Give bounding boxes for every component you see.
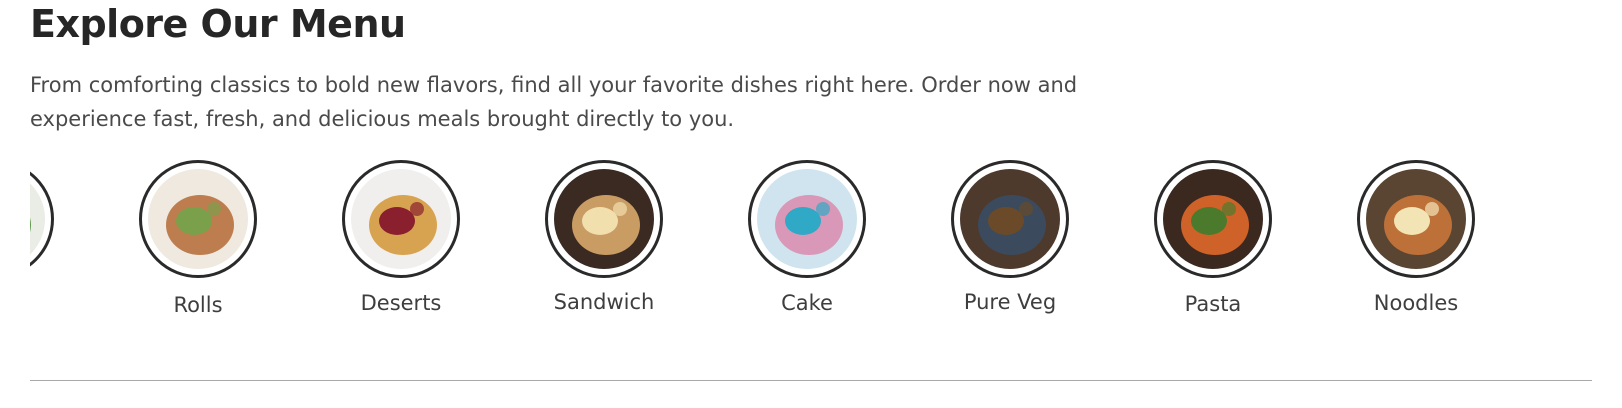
- category-image-frame[interactable]: [748, 160, 866, 278]
- menu-category-noodles[interactable]: Noodles: [1316, 160, 1516, 340]
- divider: [30, 380, 1592, 381]
- menu-category-rolls[interactable]: Rolls: [98, 160, 298, 340]
- menu-category-deserts[interactable]: Deserts: [301, 160, 501, 340]
- category-image-frame[interactable]: [139, 160, 257, 278]
- category-label: Salad: [30, 288, 95, 318]
- menu-category-salad[interactable]: Salad: [30, 160, 95, 340]
- pasta-image: [1163, 169, 1263, 269]
- rolls-image: [148, 169, 248, 269]
- category-image-frame[interactable]: [1357, 160, 1475, 278]
- category-label: Cake: [781, 291, 833, 315]
- category-image-frame[interactable]: [342, 160, 460, 278]
- category-label: Rolls: [173, 293, 223, 317]
- deserts-image: [351, 169, 451, 269]
- category-image-frame[interactable]: [1154, 160, 1272, 278]
- category-image-frame[interactable]: [30, 160, 54, 278]
- menu-category-cake[interactable]: Cake: [707, 160, 907, 340]
- category-label: Sandwich: [553, 290, 655, 314]
- menu-category-sandwich[interactable]: Sandwich: [504, 160, 704, 340]
- category-label: Pasta: [1184, 292, 1242, 316]
- category-label: Deserts: [360, 291, 442, 315]
- menu-description: From comforting classics to bold new fla…: [30, 73, 1078, 131]
- cake-image: [757, 169, 857, 269]
- category-label: Pure Veg: [963, 290, 1057, 314]
- explore-menu-section: Explore Our Menu From comforting classic…: [0, 0, 1622, 408]
- category-image-frame[interactable]: [545, 160, 663, 278]
- noodles-image: [1366, 169, 1466, 269]
- pure-veg-image: [960, 169, 1060, 269]
- menu-category-pure-veg[interactable]: Pure Veg: [910, 160, 1110, 340]
- page-title: Explore Our Menu: [30, 2, 406, 46]
- category-image-frame[interactable]: [951, 160, 1069, 278]
- sandwich-image: [554, 169, 654, 269]
- menu-category-pasta[interactable]: Pasta: [1113, 160, 1313, 340]
- category-carousel[interactable]: Salad Rolls Deserts Sandwich Cake Pure Veg Pas…: [30, 160, 1592, 340]
- salad-image: [30, 169, 45, 269]
- category-label: Noodles: [1373, 291, 1459, 315]
